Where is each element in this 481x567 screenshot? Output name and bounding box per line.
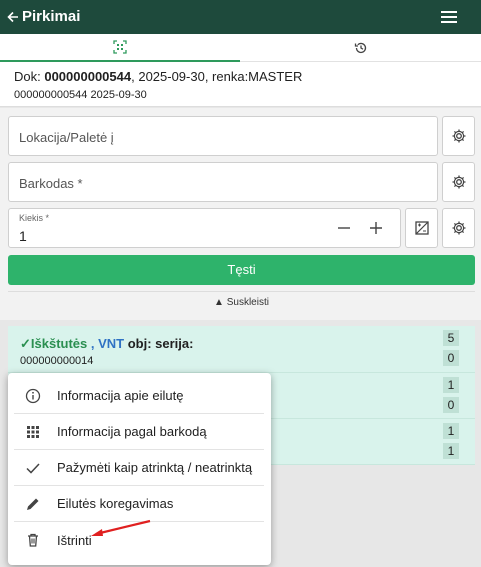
menu-item-toggle-picked[interactable]: Pažymėti kaip atrinktą / neatrinktą xyxy=(14,450,264,486)
quantity-calculator-button[interactable] xyxy=(405,208,438,248)
gear-icon xyxy=(452,221,465,235)
menu-item-row-info[interactable]: Informacija apie eilutę xyxy=(14,378,264,414)
info-icon xyxy=(24,387,42,405)
trash-icon xyxy=(24,531,42,549)
hamburger-menu-icon[interactable] xyxy=(441,11,457,23)
chevron-up-icon: ▲ xyxy=(214,297,227,308)
history-icon xyxy=(354,42,367,54)
quantity-stepper[interactable]: Kiekis * 1 xyxy=(8,208,401,248)
ordered-count: 1 xyxy=(443,377,459,393)
tab-history[interactable] xyxy=(241,34,481,62)
continue-button[interactable]: Tęsti xyxy=(8,255,475,285)
plus-icon[interactable] xyxy=(366,218,386,238)
document-info: Dok: 000000000544, 2025-09-30, renka:MAS… xyxy=(0,62,481,166)
scan-form: Lokacija/Paletė į Barkodas * Kiekis * 1 … xyxy=(0,108,481,320)
menu-item-barcode-info[interactable]: Informacija pagal barkodą xyxy=(14,414,264,450)
picked-count: 0 xyxy=(443,397,459,413)
location-settings-button[interactable] xyxy=(442,116,475,156)
document-subtitle: 000000000544 2025-09-30 xyxy=(14,89,147,101)
gear-icon xyxy=(452,129,465,143)
back-arrow-icon[interactable] xyxy=(7,0,19,34)
ordered-count: 5 xyxy=(443,330,459,346)
app-bar: Pirkimai xyxy=(0,0,481,34)
gear-icon xyxy=(452,175,465,189)
document-title: Dok: 000000000544, 2025-09-30, renka:MAS… xyxy=(14,69,303,84)
picked-count: 1 xyxy=(443,443,459,459)
checkmark-icon xyxy=(24,459,42,477)
grid-icon xyxy=(24,423,42,441)
ordered-count: 1 xyxy=(443,423,459,439)
page-title: Pirkimai xyxy=(22,8,81,25)
menu-item-edit-row[interactable]: Eilutės koregavimas xyxy=(14,486,264,522)
location-input[interactable]: Lokacija/Paletė į xyxy=(8,116,438,156)
tab-scan[interactable] xyxy=(0,34,240,62)
pencil-icon xyxy=(24,495,42,513)
calculator-icon xyxy=(414,221,429,235)
document-number: 000000000544 xyxy=(44,69,132,84)
minus-icon[interactable] xyxy=(334,218,354,238)
picked-count: 0 xyxy=(443,350,459,366)
tab-bar xyxy=(0,34,481,62)
collapse-button[interactable]: ▲ Suskleisti xyxy=(8,291,475,313)
barcode-settings-button[interactable] xyxy=(442,162,475,202)
barcode-input[interactable]: Barkodas * xyxy=(8,162,438,202)
quantity-settings-button[interactable] xyxy=(442,208,475,248)
list-item[interactable]: ✓Iškštutės , VNT obj: serija: 0000000000… xyxy=(8,326,475,373)
annotation-arrow-icon xyxy=(91,519,151,536)
quantity-value[interactable]: 1 xyxy=(19,228,27,244)
scan-icon xyxy=(113,40,127,54)
